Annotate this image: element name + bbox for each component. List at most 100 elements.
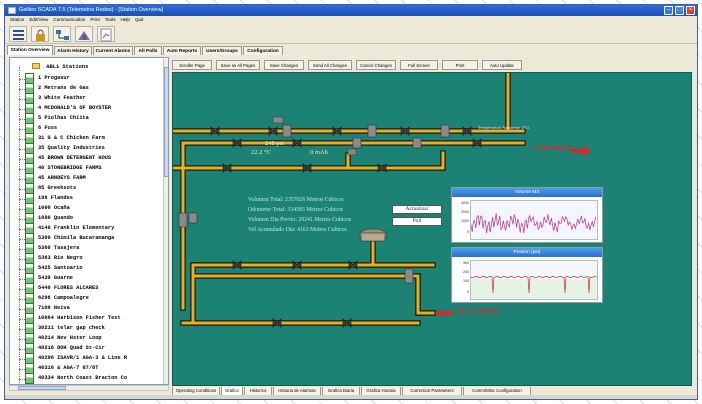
tree-item-label: 35 Quality Industries <box>38 145 105 151</box>
poll-button[interactable]: Poll <box>392 217 442 226</box>
total-volume-text: Volumen Total: 2357026 Metros Cubicos <box>248 197 344 203</box>
tree-item-label: 46 STONEBRIDGE FARMS <box>38 165 102 171</box>
tree-item-label: 1000 Ocaña <box>38 205 70 211</box>
tab-alarm-history[interactable]: Alarm History <box>54 46 92 55</box>
cancel-changes-button[interactable]: Cancel Changes <box>356 60 396 70</box>
save-as-all-pages-button[interactable]: Save as All Pages <box>216 60 260 70</box>
print-button[interactable]: Print <box>442 60 478 70</box>
current-readout: 0 mAh <box>310 149 328 156</box>
volume-ytick-label: 2000 <box>461 210 469 214</box>
ambient-temperature-label: Temperatura Ambiente 25.5 <box>478 125 530 130</box>
tree-item-label: 6296 Campoalegre <box>38 295 89 301</box>
main-tabs: Station Overview Alarm History Current Ala… <box>5 45 697 55</box>
volume-chart-panel: Volume M3 3000 2000 1000 0 <box>451 187 603 243</box>
tree-item-label: 31 G & C Chicken Farm <box>38 135 105 141</box>
tree-item-label: 5360 Tasajera <box>38 245 80 251</box>
pressure-ytick-label: 0 <box>467 290 469 294</box>
pipeline-schematic: Temperatura Ambiente 25.5 248 psi 22.2 °… <box>172 72 692 386</box>
pressure-ytick-label: 200 <box>463 270 469 274</box>
auto-update-button[interactable]: Auto Update <box>482 60 522 70</box>
tree-item-label: 5 Piolhas Chiita <box>38 115 89 121</box>
send-all-changes-button[interactable]: Send All Changes <box>308 60 352 70</box>
network-icon <box>56 30 69 40</box>
volume-chart-title: Volume M3 <box>452 188 602 197</box>
tree-item-label: 3 White Feather <box>38 95 86 101</box>
previous-day-volume-text: Volumen Dia Previo: 20241 Metros Cubicos <box>248 217 352 223</box>
tree-item-label: 85 Greeksots <box>38 185 77 191</box>
tree-item-label: 5363 Rio Negro <box>38 255 83 261</box>
right-arrow-icon <box>571 145 591 157</box>
menu-item[interactable]: Tools <box>105 16 116 24</box>
tree-item-label: 196 Flandes <box>38 195 73 201</box>
volume-ytick-label: 1000 <box>461 219 469 223</box>
tab-auto-reports[interactable]: Auto Reports <box>163 46 201 55</box>
tree-root[interactable]: ABL1 Stations <box>32 63 88 70</box>
toolbar <box>5 24 697 44</box>
tree-item-label: 40296 ISAVR/1 AGA-3 & Line R <box>38 355 128 361</box>
maximize-button[interactable]: □ <box>675 6 684 15</box>
tree-horizontal-scrollbar[interactable] <box>9 385 169 391</box>
tree-item-label: 5440 FLORES ALCARES <box>38 285 99 291</box>
menu-item[interactable]: Help <box>121 16 130 24</box>
tree-item-label: 4 MCDONALD'S OF BOYSTER <box>38 105 112 111</box>
tree-item-label: 40334 North Coast Bracton Co <box>38 375 128 381</box>
window-title: Galileo SCADA 7.5 (Telemetria Redes) - [… <box>19 7 163 13</box>
tab-all-polls[interactable]: All Polls <box>134 46 162 55</box>
title-bar: Galileo SCADA 7.5 (Telemetria Redes) - [… <box>5 5 697 16</box>
tab-users-groups[interactable]: Users/Groups <box>202 46 242 55</box>
left-arrow-icon <box>435 309 453 317</box>
canvas-button-bar: Scroller Page Save as All Pages Save Chang… <box>172 60 692 70</box>
tree-item-label: 10064 Harbison Fisher Test <box>38 315 121 321</box>
tree-item-label: 2 Metrans de Gas <box>38 85 89 91</box>
station-tree: ABL1 Stations 1 Progasur 2 Metrans de Gas… <box>9 57 169 385</box>
station-icon <box>78 31 90 40</box>
toolbar-list-button[interactable] <box>9 26 27 42</box>
pressure-chart-plot <box>470 260 598 300</box>
flow-out-label: A GIRARDOT <box>533 145 574 152</box>
close-button[interactable]: × <box>686 6 695 15</box>
tree-item-label: 4140 Franklin Elementary <box>38 225 115 231</box>
tree-item-label: 5425 Santuario <box>38 265 83 271</box>
menu-item[interactable]: Communication <box>53 16 85 24</box>
pressure-chart-lines <box>470 275 598 299</box>
scrollbar-thumb[interactable] <box>164 67 168 177</box>
temperature-readout: 22.2 °C <box>251 149 271 156</box>
scrollbar-thumb[interactable] <box>18 386 66 390</box>
toolbar-lock-button[interactable] <box>31 26 49 42</box>
tree-item-label: 30211 telar gap check <box>38 325 105 331</box>
menu-item[interactable]: Quit <box>135 16 143 24</box>
tree-vertical-scrollbar[interactable] <box>163 59 168 384</box>
tree-item-label: 5430 Guarne <box>38 275 73 281</box>
minimize-button[interactable]: – <box>664 6 673 15</box>
full-screen-button[interactable]: Full Screen <box>400 60 438 70</box>
menu-item[interactable]: Print <box>90 16 99 24</box>
volume-chart-plot <box>470 200 598 240</box>
compressor <box>358 228 388 242</box>
tree-item-label: 45 BROWN DETERGENT HOUS <box>38 155 112 161</box>
folder-icon <box>32 63 40 69</box>
toolbar-station-button[interactable] <box>75 26 93 42</box>
tab-current-alarms[interactable]: Current Alarms <box>93 46 133 55</box>
menu-item[interactable]: Station <box>10 16 24 24</box>
app-icon <box>8 7 16 14</box>
save-changes-button[interactable]: Save Changes <box>264 60 304 70</box>
tree-item-label: 1 Progasur <box>38 75 70 81</box>
volume-chart-lines <box>470 213 597 234</box>
refresh-button[interactable]: Actualizar <box>392 205 442 214</box>
pressure-ytick-label: 100 <box>463 279 469 283</box>
tree-connector <box>19 67 20 383</box>
pressure-chart-panel: Presion (psi) 300 200 100 0 <box>451 247 603 303</box>
tab-configuration[interactable]: Configuration <box>243 46 283 55</box>
tree-root-label: ABL1 Stations <box>46 64 89 70</box>
tab-station-overview[interactable]: Station Overview <box>7 45 53 55</box>
toolbar-report-button[interactable] <box>97 26 115 42</box>
lock-icon <box>36 29 45 41</box>
pressure-ytick-label: 300 <box>463 261 469 265</box>
pressure-chart-title: Presion (psi) <box>452 248 602 257</box>
tree-item-label: 45 ARNDEYS FARM <box>38 175 86 181</box>
scroller-page-button[interactable]: Scroller Page <box>172 60 212 70</box>
tree-item-label: 40316 & AGA-7 87/8T <box>38 365 99 371</box>
tree-item-label: 5300 Chimila Bucaramanga <box>38 235 115 241</box>
toolbar-network-button[interactable] <box>53 26 71 42</box>
menu-item[interactable]: Edit/View <box>29 16 48 24</box>
